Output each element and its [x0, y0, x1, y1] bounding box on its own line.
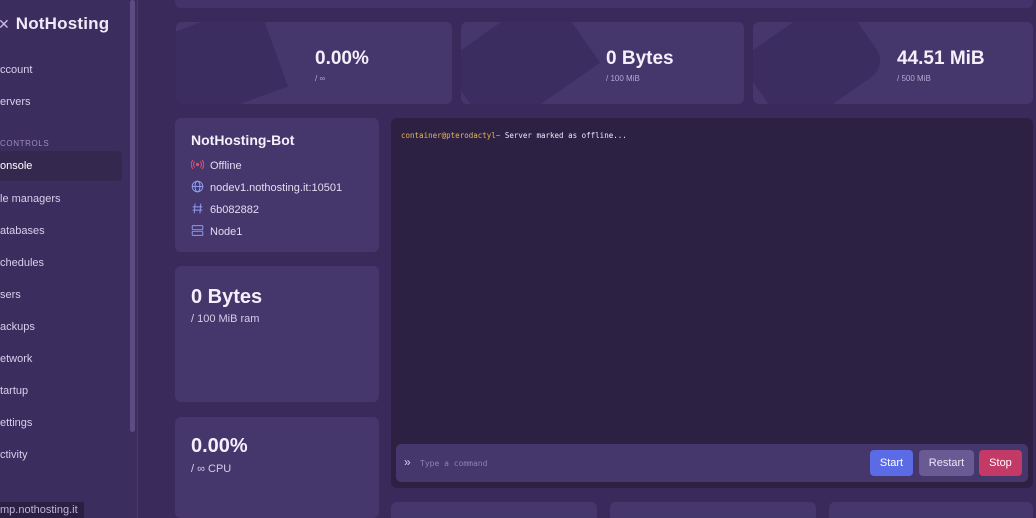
- disk-stat-card: 44.51 MiB / 500 MiB: [753, 22, 1033, 104]
- globe-icon: [191, 180, 204, 196]
- hash-icon: [191, 202, 204, 218]
- tag-watermark-icon: [176, 22, 289, 104]
- status-url-text: mp.nothosting.it: [0, 504, 78, 516]
- sidebar-item-startup[interactable]: tartup: [0, 376, 122, 406]
- sidebar: ✕ NotHosting ccount ervers CONTROLS onso…: [0, 0, 138, 518]
- server-node-row: Node1: [191, 224, 242, 240]
- sidebar-item-label: ervers: [0, 96, 31, 108]
- memory-watermark-icon: [461, 22, 601, 104]
- sidebar-item-label: tartup: [0, 385, 29, 397]
- sidebar-item-users[interactable]: sers: [0, 280, 122, 310]
- sidebar-item-databases[interactable]: atabases: [0, 216, 122, 246]
- stop-button[interactable]: Stop: [979, 450, 1022, 476]
- server-info-card: NotHosting-Bot Offline nodev1.nothosting…: [175, 118, 379, 252]
- console-output[interactable]: container@pterodactyl~ Server marked as …: [391, 118, 1033, 488]
- server-node: Node1: [210, 226, 243, 238]
- server-status: Offline: [210, 160, 242, 172]
- sidebar-item-label: onsole: [0, 160, 33, 172]
- cpu-value: 0.00%: [191, 435, 248, 457]
- sidebar-section-label: CONTROLS: [0, 139, 50, 148]
- cpu-stat-limit: / ∞: [315, 74, 326, 83]
- chevrons-right-icon: »: [404, 455, 411, 469]
- sidebar-item-servers[interactable]: ervers: [0, 87, 122, 117]
- server-id: 6b082882: [210, 204, 259, 216]
- console-line: container@pterodactyl~ Server marked as …: [401, 131, 627, 140]
- brand-logo-icon: ✕: [0, 15, 10, 32]
- disk-stat-limit: / 500 MiB: [897, 74, 931, 83]
- cpu-stat-value: 0.00%: [315, 48, 369, 69]
- restart-button[interactable]: Restart: [919, 450, 974, 476]
- signal-icon: [190, 158, 205, 174]
- sidebar-item-label: chedules: [0, 257, 45, 269]
- sidebar-item-label: sers: [0, 289, 21, 301]
- server-name: NotHosting-Bot: [191, 132, 295, 148]
- command-bar: » Start Restart Stop: [396, 444, 1028, 482]
- server-address-row: nodev1.nothosting.it:10501: [191, 180, 342, 196]
- disk-stat-value: 44.51 MiB: [897, 48, 985, 69]
- memory-graph-card: [610, 502, 816, 518]
- brand[interactable]: ✕ NotHosting: [0, 14, 109, 34]
- cpu-card: 0.00% / ∞ CPU: [175, 417, 379, 518]
- network-graph-card: [829, 502, 1033, 518]
- sidebar-item-label: ackups: [0, 321, 35, 333]
- server-icon: [191, 224, 204, 240]
- sidebar-item-label: le managers: [0, 193, 61, 205]
- cpu-limit: / ∞ CPU: [191, 463, 232, 475]
- memory-stat-limit: / 100 MiB: [606, 74, 640, 83]
- memory-limit: / 100 MiB ram: [191, 313, 260, 325]
- command-input[interactable]: [420, 454, 840, 472]
- memory-value: 0 Bytes: [191, 286, 263, 308]
- memory-stat-value: 0 Bytes: [606, 48, 674, 69]
- sidebar-item-label: ccount: [0, 64, 33, 76]
- sidebar-item-schedules[interactable]: chedules: [0, 248, 122, 278]
- sidebar-item-activity[interactable]: ctivity: [0, 440, 122, 470]
- sidebar-item-file-managers[interactable]: le managers: [0, 184, 122, 214]
- disk-watermark-icon: [753, 22, 888, 104]
- server-id-row: 6b082882: [191, 202, 259, 218]
- start-button[interactable]: Start: [870, 450, 913, 476]
- sidebar-item-label: atabases: [0, 225, 45, 237]
- cpu-stat-card: 0.00% / ∞: [176, 22, 452, 104]
- server-status-row: Offline: [190, 158, 242, 174]
- server-address[interactable]: nodev1.nothosting.it:10501: [210, 182, 342, 194]
- console-message: Server marked as offline...: [500, 131, 627, 140]
- brand-title: NotHosting: [15, 14, 110, 33]
- sidebar-item-label: ctivity: [0, 449, 28, 461]
- sidebar-item-settings[interactable]: ettings: [0, 408, 122, 438]
- sidebar-item-label: etwork: [0, 353, 33, 365]
- sidebar-item-network[interactable]: etwork: [0, 344, 122, 374]
- cpu-graph-card: [391, 502, 597, 518]
- console-prompt: container@pterodactyl~: [401, 131, 501, 140]
- sidebar-scrollbar[interactable]: [130, 0, 135, 432]
- top-panel: [175, 0, 1033, 8]
- memory-card: 0 Bytes / 100 MiB ram: [175, 266, 379, 402]
- sidebar-item-backups[interactable]: ackups: [0, 312, 122, 342]
- sidebar-item-label: ettings: [0, 417, 33, 429]
- sidebar-item-account[interactable]: ccount: [0, 55, 122, 85]
- memory-stat-card: 0 Bytes / 100 MiB: [461, 22, 744, 104]
- sidebar-item-console[interactable]: onsole: [0, 151, 122, 181]
- status-url: mp.nothosting.it: [0, 502, 84, 518]
